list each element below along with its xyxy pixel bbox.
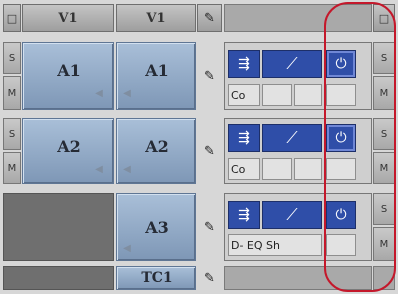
speaker-icon: ◀ <box>95 87 103 99</box>
curve-icon: ⟋ <box>286 128 298 147</box>
effect-icon: ⇶ <box>238 130 250 146</box>
timecode-track[interactable]: TC1 <box>116 266 196 290</box>
a2-insert-slot-1[interactable] <box>262 158 292 180</box>
a1-record-track[interactable]: A1 ◀ <box>116 42 196 110</box>
effect-icon: ⇶ <box>238 56 250 72</box>
a2-record-label: A2 <box>145 136 169 156</box>
tc-pencil-icon[interactable]: ✎ <box>197 266 222 290</box>
a2-insert-text: Co <box>228 158 260 180</box>
a3-insert-text: D- EQ Sh <box>228 234 322 256</box>
a2-record-track[interactable]: A2 ◀ <box>116 118 196 184</box>
curve-icon: ⟋ <box>286 54 298 73</box>
a3-source-empty <box>3 193 114 261</box>
curve-icon: ⟋ <box>286 205 298 224</box>
a1-pencil-icon[interactable]: ✎ <box>197 42 222 110</box>
a2-solo-button[interactable]: S <box>3 118 21 150</box>
timecode-label: TC1 <box>141 270 173 286</box>
v1-pencil-icon[interactable]: ✎ <box>197 4 222 32</box>
a1-insert-text: Co <box>228 84 260 106</box>
speaker-icon: ◀ <box>123 242 131 254</box>
a1-insert-slot-1[interactable] <box>262 84 292 106</box>
a1-insert-slot-2[interactable] <box>294 84 322 106</box>
a2-insert-slot-2[interactable] <box>294 158 322 180</box>
a3-curve-button[interactable]: ⟋ <box>262 201 322 229</box>
a1-curve-button[interactable]: ⟋ <box>262 50 322 78</box>
a3-record-label: A3 <box>145 217 169 237</box>
v1-record-track[interactable]: V1 <box>116 4 196 32</box>
a1-record-label: A1 <box>145 60 169 80</box>
a2-curve-button[interactable]: ⟋ <box>262 124 322 152</box>
a2-source-label: A2 <box>57 136 81 156</box>
highlight-oval <box>324 2 396 292</box>
a2-mute-button[interactable]: M <box>3 152 21 184</box>
a1-source-label: A1 <box>57 60 81 80</box>
a2-source-track[interactable]: A2 ◀ <box>22 118 114 184</box>
a2-fx-button[interactable]: ⇶ <box>228 124 260 152</box>
speaker-icon: ◀ <box>123 87 131 99</box>
a1-source-track[interactable]: A1 ◀ <box>22 42 114 110</box>
speaker-icon: ◀ <box>123 163 131 175</box>
tc-empty <box>3 266 114 290</box>
effect-icon: ⇶ <box>238 207 250 223</box>
a3-fx-button[interactable]: ⇶ <box>228 201 260 229</box>
a1-solo-button[interactable]: S <box>3 42 21 74</box>
a2-pencil-icon[interactable]: ✎ <box>197 118 222 184</box>
v1-source-track[interactable]: V1 <box>22 4 114 32</box>
a3-record-track[interactable]: A3 ◀ <box>116 193 196 261</box>
a3-pencil-icon[interactable]: ✎ <box>197 193 222 261</box>
speaker-icon: ◀ <box>95 163 103 175</box>
a1-fx-button[interactable]: ⇶ <box>228 50 260 78</box>
a1-mute-button[interactable]: M <box>3 76 21 110</box>
record-enable-button[interactable]: □ <box>3 4 21 32</box>
